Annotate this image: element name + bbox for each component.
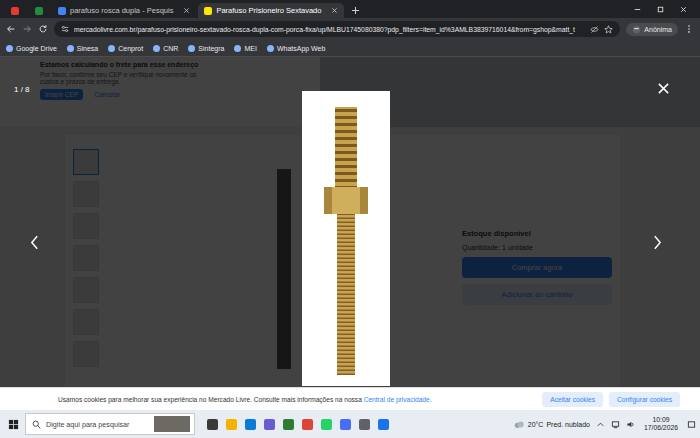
minimize-icon[interactable]: [633, 5, 642, 14]
bolt-photo: [302, 91, 390, 386]
weather-widget[interactable]: 20°CPred. nublado: [513, 420, 590, 429]
bookmark[interactable]: CNR: [153, 45, 178, 52]
tab-strip: parafuso rosca dupla - Pesquis Parafuso P…: [0, 0, 700, 18]
bookmarks-bar: Google Drive Sinesa Cenprot CNR Sintegra MEI W…: [0, 40, 700, 57]
cookie-text: Usamos cookies para melhorar sua experiê…: [58, 396, 534, 403]
page-content: Estamos calculando o frete para esse end…: [0, 57, 700, 387]
bookmark-icon: [153, 45, 160, 52]
bookmark-label: Sinesa: [77, 45, 98, 52]
tab-label: parafuso rosca dupla - Pesquis: [70, 6, 173, 15]
close-icon[interactable]: [331, 7, 338, 14]
search-icon: [32, 420, 41, 429]
app-icon[interactable]: [245, 419, 256, 430]
time: 10:09: [652, 416, 669, 424]
bookmark-label: Cenprot: [118, 45, 143, 52]
app-icon[interactable]: [321, 419, 332, 430]
app-icon[interactable]: [302, 419, 313, 430]
search-highlight-image: [154, 416, 190, 432]
app-icon[interactable]: [359, 419, 370, 430]
bookmark[interactable]: Google Drive: [6, 45, 57, 52]
bookmark-label: Sintegra: [198, 45, 224, 52]
date: 17/06/2026: [644, 424, 678, 432]
bookmark[interactable]: WhatsApp Web: [267, 45, 326, 52]
site-info-icon[interactable]: [61, 25, 69, 33]
screen: parafuso rosca dupla - Pesquis Parafuso P…: [0, 0, 700, 438]
favicon-icon: [204, 7, 212, 15]
clock[interactable]: 10:0917/06/2026: [641, 416, 681, 433]
incognito-eye-icon[interactable]: [590, 25, 599, 34]
back-arrow-icon[interactable]: [6, 24, 16, 34]
app-icon[interactable]: [340, 419, 351, 430]
favicon-icon: [35, 7, 43, 15]
profile-button[interactable]: Anônima: [626, 23, 678, 36]
tab-label: Parafuso Prisioneiro Sextavado: [216, 6, 321, 15]
toolbar: mercadolivre.com.br/parafuso-prisioneiro…: [0, 18, 700, 40]
app-icon[interactable]: [283, 419, 294, 430]
search-placeholder: Digite aqui para pesquisar: [46, 420, 149, 429]
menu-dots-icon[interactable]: [684, 24, 694, 34]
app-icon[interactable]: [226, 419, 237, 430]
network-icon[interactable]: [611, 420, 620, 429]
search-box[interactable]: Digite aqui para pesquisar: [25, 413, 195, 435]
cookie-button[interactable]: Configurar cookies: [609, 392, 680, 407]
weather-text: Pred. nublado: [546, 421, 590, 428]
bookmark-icon: [267, 45, 274, 52]
url-text: mercadolivre.com.br/parafuso-prisioneiro…: [74, 26, 585, 33]
star-icon[interactable]: [604, 25, 613, 34]
bookmark-icon: [234, 45, 241, 52]
tray-arrow-icon[interactable]: [596, 420, 605, 429]
image-counter: 1 / 8: [14, 85, 30, 94]
bookmark[interactable]: Sinesa: [67, 45, 98, 52]
bookmark[interactable]: MEI: [234, 45, 256, 52]
close-icon[interactable]: [183, 7, 190, 14]
close-window-icon[interactable]: [679, 5, 688, 14]
browser-tab[interactable]: parafuso rosca dupla - Pesquis: [52, 3, 196, 18]
cloud-icon: [513, 420, 525, 429]
pinned-tab[interactable]: [28, 3, 50, 18]
address-bar[interactable]: mercadolivre.com.br/parafuso-prisioneiro…: [54, 21, 620, 37]
lightbox: 1 / 8: [0, 57, 700, 387]
browser-tab[interactable]: Parafuso Prisioneiro Sextavado: [198, 3, 344, 18]
bookmark-label: MEI: [244, 45, 256, 52]
privacy-link[interactable]: Central de privacidade.: [364, 396, 432, 403]
lightbox-image: [302, 91, 390, 386]
incognito-icon: [632, 25, 641, 34]
favicon-icon: [11, 7, 19, 15]
pinned-tab[interactable]: [4, 3, 26, 18]
bookmark-icon: [188, 45, 195, 52]
app-icon[interactable]: [264, 419, 275, 430]
app-icons: [207, 419, 389, 430]
chevron-left-icon[interactable]: [30, 235, 39, 250]
favicon-icon: [58, 7, 66, 15]
bookmark-icon: [6, 45, 13, 52]
notifications-icon[interactable]: [687, 420, 696, 429]
bookmark-label: WhatsApp Web: [277, 45, 326, 52]
bookmark-label: CNR: [163, 45, 178, 52]
forward-arrow-icon[interactable]: [22, 24, 32, 34]
window-controls: [633, 5, 700, 18]
bookmark[interactable]: Cenprot: [108, 45, 143, 52]
chevron-right-icon[interactable]: [653, 235, 662, 250]
maximize-icon[interactable]: [656, 5, 665, 14]
bookmark-icon: [67, 45, 74, 52]
bookmark-icon: [108, 45, 115, 52]
close-icon[interactable]: [657, 82, 670, 95]
temperature: 20°C: [528, 421, 544, 428]
app-icon[interactable]: [378, 419, 389, 430]
reload-icon[interactable]: [38, 24, 48, 34]
windows-logo-icon[interactable]: [8, 419, 19, 430]
profile-label: Anônima: [644, 26, 672, 33]
plus-icon[interactable]: [351, 6, 360, 15]
taskbar: Digite aqui para pesquisar 20°CPred. nubl…: [0, 410, 700, 438]
bookmark-label: Google Drive: [16, 45, 57, 52]
speaker-icon[interactable]: [626, 420, 635, 429]
cookie-banner: Usamos cookies para melhorar sua experiê…: [0, 387, 700, 410]
app-icon[interactable]: [207, 419, 218, 430]
bookmark[interactable]: Sintegra: [188, 45, 224, 52]
cookie-button[interactable]: Aceitar cookies: [542, 392, 603, 407]
